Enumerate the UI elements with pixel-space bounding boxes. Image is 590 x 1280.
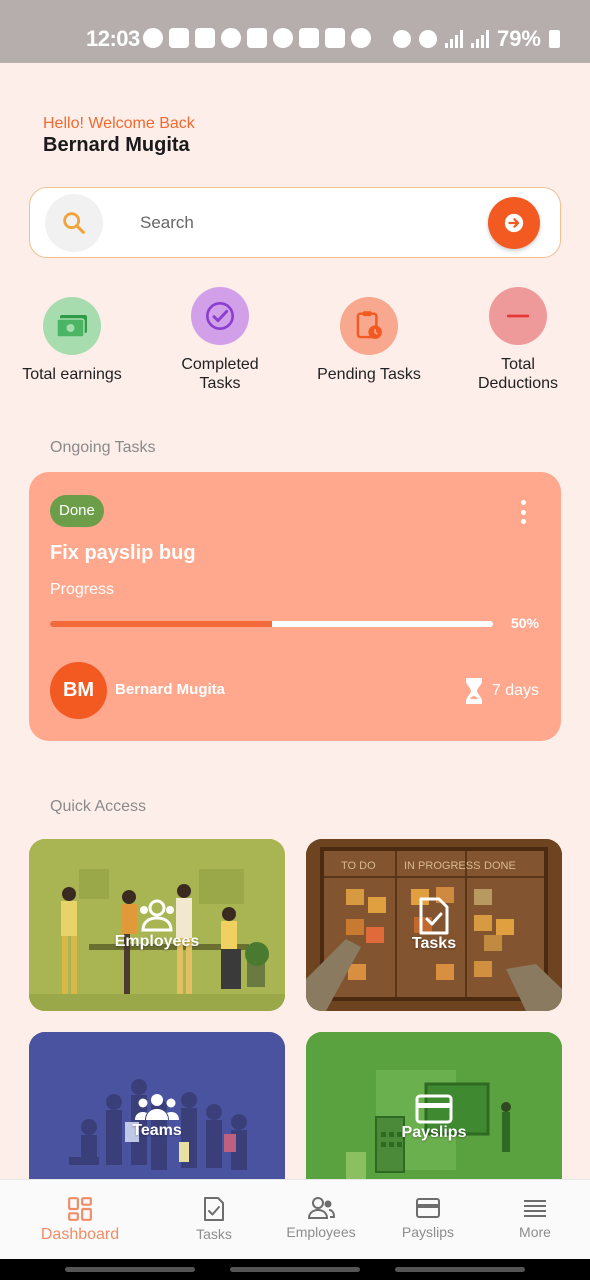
- payslip-card-icon: [415, 1094, 453, 1124]
- task-document-icon: [419, 897, 449, 935]
- svg-text:IN PROGRESS: IN PROGRESS: [404, 860, 480, 872]
- tasks-icon: [204, 1197, 224, 1221]
- nav-label: Tasks: [196, 1226, 232, 1242]
- signal-icon: [444, 30, 463, 48]
- more-options-icon[interactable]: [519, 500, 527, 524]
- tile-content: Tasks: [306, 897, 562, 953]
- progress-bar: [50, 621, 493, 627]
- ongoing-tasks-title: Ongoing Tasks: [50, 439, 156, 456]
- gallery-icon: [299, 28, 319, 48]
- status-badge: Done: [50, 495, 104, 527]
- nav-label: Dashboard: [40, 1226, 120, 1243]
- status-time: 12:03: [86, 26, 140, 51]
- progress-bar-fill: [50, 621, 272, 627]
- youtube-icon: [325, 28, 345, 48]
- basketball-icon: [351, 28, 371, 48]
- clipboard-clock-icon: [340, 297, 398, 355]
- duration-text: 7 days: [491, 682, 539, 699]
- arrow-right-icon: [504, 213, 524, 233]
- employees-icon: [307, 1197, 335, 1219]
- stat-total-deductions[interactable]: Total Deductions: [448, 287, 588, 393]
- soccer-icon: [273, 28, 293, 48]
- menu-icon: [524, 1200, 546, 1217]
- tile-content: Teams: [29, 1092, 285, 1140]
- payslips-icon: [416, 1198, 440, 1218]
- alarm-icon: [392, 30, 411, 48]
- system-status: 79%: [392, 26, 560, 52]
- assignee-name: Bernard Mugita: [115, 681, 226, 698]
- ongoing-task-card[interactable]: Done Fix payslip bug Progress 50% BM Ber…: [29, 472, 561, 741]
- status-bar: 12:03 79%: [0, 0, 590, 63]
- check-circle-icon: [191, 287, 249, 345]
- bottom-navigation: Dashboard Tasks Employees Payslips More: [0, 1179, 590, 1259]
- search-bar: [29, 187, 561, 258]
- signal-icon: [470, 30, 489, 48]
- search-submit-button[interactable]: [488, 197, 540, 249]
- minus-circle-icon: [489, 287, 547, 345]
- message-icon: [169, 28, 189, 48]
- search-input[interactable]: [140, 208, 470, 238]
- nav-employees[interactable]: Employees: [271, 1196, 371, 1240]
- quick-access-tasks[interactable]: TO DO IN PROGRESS DONE Tasks: [306, 839, 562, 1011]
- tile-label: Payslips: [401, 1124, 467, 1141]
- progress-label: Progress: [50, 581, 115, 598]
- tile-content: Payslips: [306, 1094, 562, 1142]
- stat-pending-tasks[interactable]: Pending Tasks: [299, 297, 439, 384]
- stat-label: Total earnings: [22, 366, 122, 383]
- hourglass-icon: [465, 678, 482, 704]
- teams-icon: [135, 1094, 179, 1120]
- tile-label: Tasks: [411, 935, 457, 952]
- money-icon: [43, 297, 101, 355]
- nav-label: More: [519, 1224, 551, 1240]
- svg-text:DONE: DONE: [484, 860, 516, 872]
- task-duration: 7 days: [464, 677, 539, 705]
- nav-more[interactable]: More: [485, 1196, 585, 1240]
- notification-icons: [143, 28, 371, 48]
- nav-dashboard[interactable]: Dashboard: [30, 1196, 130, 1244]
- progress-percent: 50%: [510, 615, 539, 631]
- user-name: Bernard Mugita: [43, 134, 190, 156]
- instagram-icon: [195, 28, 215, 48]
- nav-label: Employees: [286, 1224, 356, 1240]
- account-icon: [221, 28, 241, 48]
- stat-completed-tasks[interactable]: Completed Tasks: [150, 287, 290, 393]
- stat-label: Pending Tasks: [317, 366, 421, 383]
- instagram-icon: [247, 28, 267, 48]
- wifi-icon: [418, 30, 437, 48]
- tile-label: Employees: [114, 933, 200, 950]
- quick-access-title: Quick Access: [50, 798, 147, 815]
- tile-content: Employees: [29, 899, 285, 951]
- search-icon[interactable]: [45, 194, 103, 252]
- stat-label: Completed Tasks: [181, 356, 259, 392]
- whatsapp-icon: [143, 28, 163, 48]
- nav-payslips[interactable]: Payslips: [378, 1196, 478, 1240]
- dashboard-icon: [68, 1197, 92, 1221]
- quick-access-employees[interactable]: Employees: [29, 839, 285, 1011]
- avatar: BM: [50, 662, 107, 719]
- svg-text:TO DO: TO DO: [341, 860, 376, 872]
- stat-label: Total Deductions: [477, 356, 559, 392]
- battery-icon: [549, 30, 560, 48]
- tile-label: Teams: [132, 1122, 182, 1139]
- system-gesture-bar: [0, 1259, 590, 1280]
- nav-label: Payslips: [401, 1224, 455, 1240]
- greeting: Hello! Welcome Back: [43, 115, 195, 132]
- stat-total-earnings[interactable]: Total earnings: [2, 297, 142, 384]
- nav-tasks[interactable]: Tasks: [164, 1196, 264, 1242]
- task-title: Fix payslip bug: [50, 542, 196, 564]
- employees-icon: [140, 899, 174, 932]
- battery-percent: 79%: [496, 26, 541, 51]
